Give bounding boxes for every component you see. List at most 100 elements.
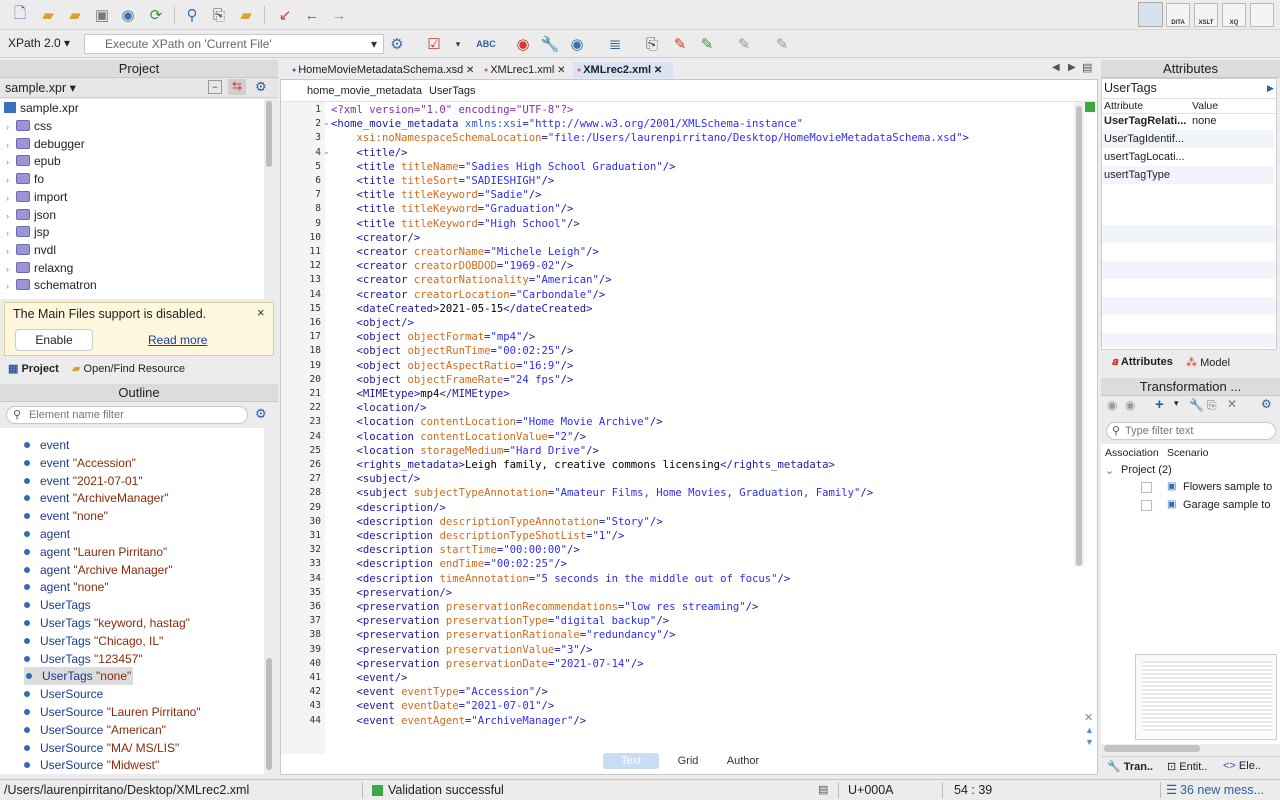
code-line[interactable]: <location contentLocationValue="2"/> — [331, 430, 587, 444]
element-filter-input[interactable]: ⚲ Element name filter — [6, 406, 248, 424]
scenario-item[interactable]: Flowers sample to — [1183, 481, 1272, 493]
tab-elements[interactable]: <> Ele.. — [1223, 760, 1261, 772]
remove-scenario-icon[interactable]: ✕ — [1227, 397, 1237, 411]
code-line[interactable]: <description timeAnnotation="5 seconds i… — [331, 572, 791, 586]
outline-scrollbar[interactable] — [265, 428, 273, 774]
chevron-right-icon[interactable]: › — [6, 224, 16, 242]
code-line[interactable]: <MIMEtype>mp4</MIMEtype> — [331, 387, 510, 401]
code-line[interactable]: <dateCreated>2021-05-15</dateCreated> — [331, 302, 593, 316]
transformation-settings-icon[interactable]: ⚙ — [1261, 397, 1272, 411]
attribute-row[interactable]: usertTagType — [1102, 166, 1274, 184]
code-line[interactable]: <title titleName="Sadies High School Gra… — [331, 160, 676, 174]
group-chevron-icon[interactable]: ⌄ — [1105, 464, 1114, 477]
breadcrumb-current[interactable]: UserTags — [429, 85, 475, 97]
project-settings-icon[interactable]: ⚙ — [255, 79, 267, 95]
scroll-up-icon[interactable]: ▲ — [1085, 725, 1094, 735]
link-with-editor-icon[interactable]: ⇆ — [228, 79, 246, 95]
attribute-row[interactable]: UserTagRelati... none — [1102, 112, 1274, 130]
search-icon[interactable]: ⚲ — [182, 5, 202, 25]
editor-tab[interactable]: ● HomeMovieMetadataSchema.xsd ✕ — [288, 62, 474, 78]
chevron-right-icon[interactable]: › — [6, 242, 16, 260]
code-line[interactable]: <object objectFormat="mp4"/> — [331, 330, 536, 344]
edit-scenario-icon[interactable]: 🔧 — [1189, 398, 1204, 412]
clipboard-icon[interactable]: ▤ — [818, 780, 828, 800]
outline-item[interactable]: UserTags "keyword, hastag" — [24, 614, 190, 632]
chevron-right-icon[interactable]: › — [6, 136, 16, 154]
debug-scenario-icon[interactable]: ◉ — [1125, 398, 1135, 412]
project-folder-item[interactable]: › nvdl — [6, 241, 56, 259]
xml-refactoring-icon[interactable]: ⎘ — [642, 34, 662, 54]
xpath-settings-icon[interactable]: ⚙ — [387, 34, 407, 54]
tab-model[interactable]: ⁂ Model — [1186, 356, 1230, 369]
code-line[interactable]: <description endTime="00:02:25"/> — [331, 557, 568, 571]
code-line[interactable]: <preservation preservationValue="3"/> — [331, 643, 593, 657]
code-line[interactable]: <object/> — [331, 316, 414, 330]
code-line[interactable]: <?xml version="1.0" encoding="UTF-8"?> — [331, 103, 573, 117]
project-folder-item[interactable]: › css — [6, 117, 52, 135]
outline-item[interactable]: agent "Archive Manager" — [24, 561, 173, 579]
project-folder-item[interactable]: › epub — [6, 152, 61, 170]
project-folder-item[interactable]: › json — [6, 206, 56, 224]
editor-minimap[interactable] — [1135, 654, 1277, 740]
code-line[interactable]: <preservation/> — [331, 586, 453, 600]
editor-scrollbar[interactable] — [1074, 102, 1084, 566]
code-line[interactable]: <preservation preservationType="digital … — [331, 614, 670, 628]
code-line[interactable]: <event eventDate="2021-07-01"/> — [331, 699, 555, 713]
chevron-right-icon[interactable]: › — [6, 207, 16, 225]
validate-icon[interactable]: ☑ — [424, 34, 444, 54]
project-scrollbar[interactable] — [265, 99, 273, 299]
code-line[interactable]: <home_movie_metadata xmlns:xsi="http://w… — [331, 117, 803, 131]
editor-tab[interactable]: ● XMLrec1.xml ✕ — [480, 62, 566, 78]
spellcheck-icon[interactable]: ABC — [476, 34, 496, 54]
outline-item[interactable]: event "none" — [24, 507, 108, 525]
outline-settings-icon[interactable]: ⚙ — [255, 406, 267, 422]
read-more-link[interactable]: Read more — [148, 333, 207, 347]
project-group[interactable]: Project (2) — [1121, 464, 1172, 476]
project-folder-item[interactable]: › schematron — [6, 276, 97, 294]
scenario-checkbox[interactable] — [1141, 482, 1152, 493]
code-line[interactable]: <location/> — [331, 401, 427, 415]
chevron-right-icon[interactable]: › — [6, 260, 16, 278]
code-line[interactable]: <title titleSort="SADIESHIGH"/> — [331, 174, 555, 188]
validation-ok-marker[interactable] — [1085, 102, 1095, 112]
xml-editor[interactable]: home_movie_metadata UserTags 1 <?xml vers… — [280, 79, 1098, 775]
code-line[interactable]: <creator creatorDOBDOD="1969-02"/> — [331, 259, 574, 273]
code-line[interactable]: <creator creatorNationality="American"/> — [331, 273, 612, 287]
comment-icon[interactable]: ✎ — [734, 34, 754, 54]
editor-perspective-icon[interactable] — [1138, 2, 1163, 27]
code-line[interactable]: <preservation preservationRationale="red… — [331, 628, 676, 642]
outline-item[interactable]: agent "none" — [24, 578, 109, 596]
forward-arrow-icon[interactable]: → — [329, 5, 349, 25]
outline-item[interactable]: UserSource "Midwest" — [24, 756, 159, 774]
code-line[interactable]: <description/> — [331, 501, 446, 515]
code-line[interactable]: <location contentLocation="Home Movie Ar… — [331, 415, 663, 429]
new-file-icon[interactable]: 🗋 — [10, 5, 30, 25]
code-line[interactable]: xsi:noNamespaceSchemaLocation="file:/Use… — [331, 131, 969, 145]
project-folder-item[interactable]: › debugger — [6, 135, 85, 153]
code-line[interactable]: <creator creatorLocation="Carbondale"/> — [331, 288, 606, 302]
attribute-row[interactable]: usertTagLocati... — [1102, 148, 1274, 166]
outline-item[interactable]: agent — [24, 525, 70, 543]
save-icon[interactable]: ▣ — [92, 5, 112, 25]
outline-item[interactable]: event "Accession" — [24, 454, 136, 472]
code-line[interactable]: <subject/> — [331, 472, 421, 486]
chevron-right-icon[interactable]: › — [6, 189, 16, 207]
fold-toggle-icon[interactable]: ⌄ — [323, 118, 330, 127]
insert-tag-icon[interactable]: ✎ — [697, 34, 717, 54]
code-line[interactable]: <title titleKeyword="High School"/> — [331, 217, 580, 231]
fold-toggle-icon[interactable]: ⌄ — [323, 147, 330, 156]
apply-transformation-icon[interactable]: ◉ — [513, 34, 533, 54]
chevron-right-icon[interactable]: › — [6, 171, 16, 189]
code-line[interactable]: <description descriptionTypeAnnotation="… — [331, 515, 663, 529]
tab-project[interactable]: ▦ Project — [8, 362, 59, 375]
code-line[interactable]: <object objectRunTime="00:02:25"/> — [331, 344, 574, 358]
outline-item[interactable]: UserTags "123457" — [24, 650, 143, 668]
xslt-perspective-icon[interactable]: XSLT — [1194, 3, 1218, 27]
duplicate-scenario-icon[interactable]: ⎘ — [1207, 398, 1217, 413]
code-line[interactable]: <object objectFrameRate="24 fps"/> — [331, 373, 574, 387]
collapse-all-icon[interactable]: − — [208, 80, 222, 94]
tab-transformation[interactable]: 🔧 Tran.. — [1107, 760, 1153, 773]
xpath-dropdown-icon[interactable]: ▾ — [371, 35, 377, 53]
open-url-icon[interactable]: ▰ — [65, 5, 85, 25]
close-tab-icon[interactable]: ✕ — [651, 65, 662, 76]
